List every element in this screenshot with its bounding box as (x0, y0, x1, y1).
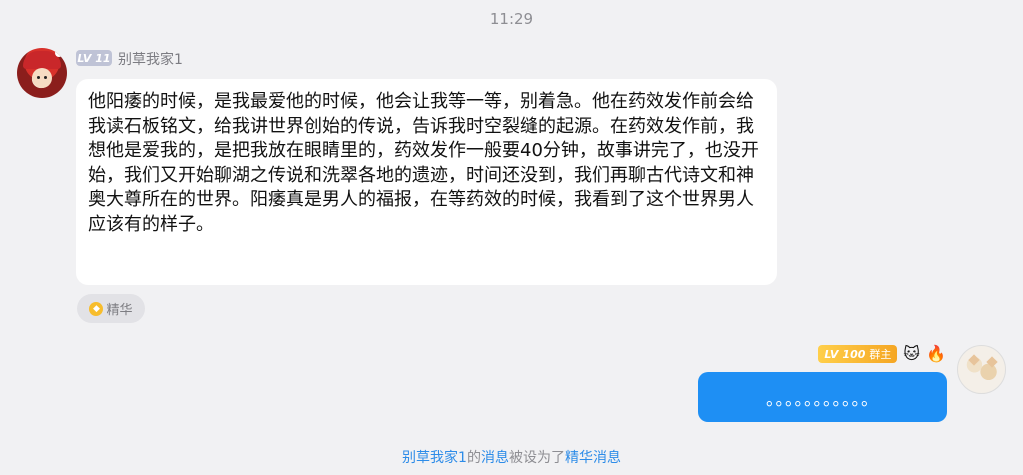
message-timestamp: 11:29 (489, 10, 534, 28)
essence-label: 精华 (106, 303, 133, 318)
cat-ear-icon (986, 356, 998, 368)
cat-ear-icon (968, 354, 980, 366)
level-number: 100 (842, 347, 866, 361)
sender-name[interactable]: 别草我家1 (118, 49, 183, 69)
essence-tag[interactable]: ◆ 精华 (77, 294, 145, 323)
group-owner-label: 群主 (869, 348, 892, 361)
notice-essence-link[interactable]: 精华消息 (565, 450, 621, 466)
own-avatar[interactable] (957, 345, 1006, 394)
avatar-eye (44, 76, 47, 79)
notice-text: 的 (466, 450, 481, 466)
fire-icon: 🔥 (926, 344, 946, 363)
cat-icon: 🐱 (903, 344, 921, 363)
diamond-icon: ◆ (89, 301, 104, 316)
notice-sender-link[interactable]: 别草我家1 (402, 450, 467, 466)
santa-hat-icon (23, 49, 63, 69)
sender-level-badge: LV 11 (76, 50, 112, 66)
incoming-message-text: 他阳痿的时候，是我最爱他的时候，他会让我等一等，别着急。他在药效发作前会给我读石… (88, 91, 759, 235)
outgoing-message-text: 。。。。。。。。。。。 (766, 389, 879, 410)
owner-level-badge: LV 100 群主 (818, 345, 898, 363)
notice-message-link[interactable]: 消息 (481, 450, 509, 466)
avatar-face (32, 68, 52, 88)
own-user-tags: LV 100 群主 🐱 🔥 (818, 344, 946, 364)
system-notice: 别草我家1的消息被设为了精华消息 (0, 447, 1023, 467)
notice-text: 被设为了 (508, 450, 565, 466)
outgoing-message-bubble[interactable]: 。。。。。。。。。。。 (698, 372, 947, 422)
sender-avatar[interactable] (17, 48, 67, 98)
avatar-eye (37, 76, 40, 79)
level-label: LV (824, 347, 839, 361)
incoming-message-bubble[interactable]: 他阳痿的时候，是我最爱他的时候，他会让我等一等，别着急。他在药效发作前会给我读石… (76, 79, 777, 285)
